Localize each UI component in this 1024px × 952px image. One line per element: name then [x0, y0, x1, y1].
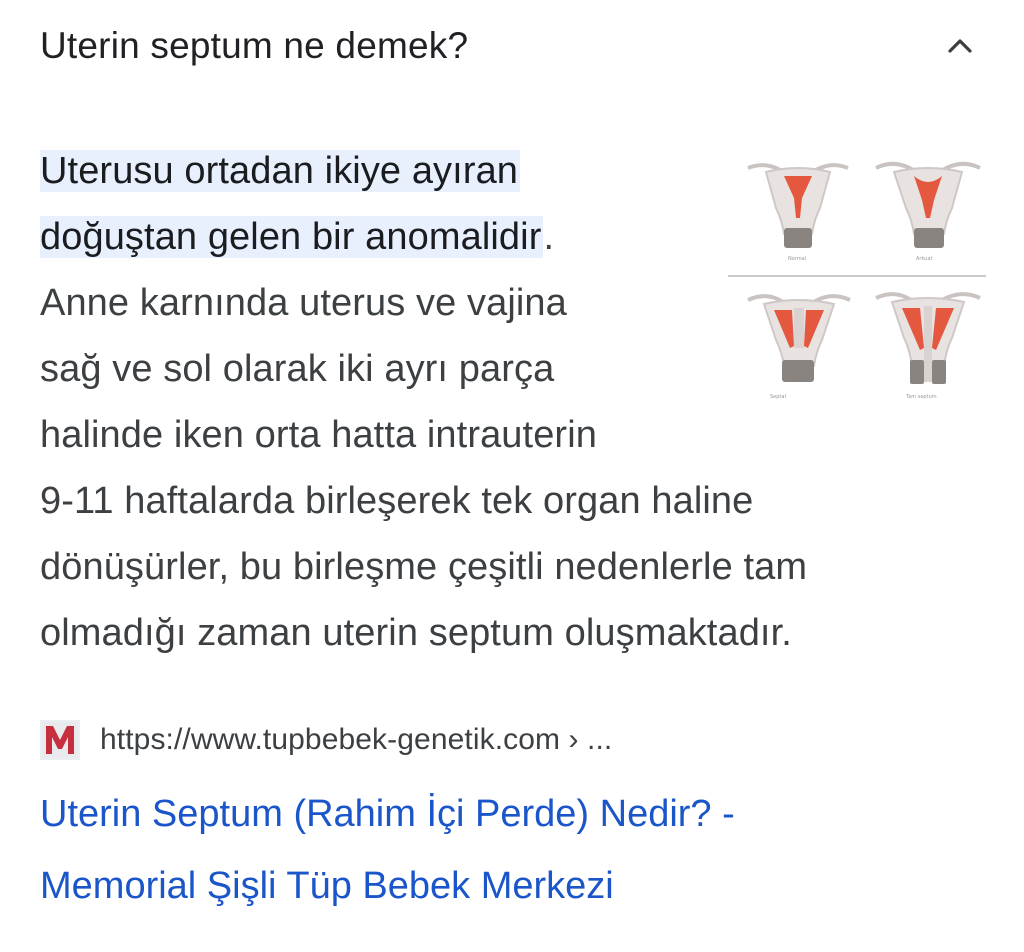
answer-highlight-period: .: [543, 216, 555, 258]
svg-text:Septat: Septat: [770, 394, 786, 400]
result-title-line-1[interactable]: Uterin Septum (Rahim İçi Perde) Nedir? -: [40, 778, 980, 850]
svg-text:Normal: Normal: [788, 256, 806, 262]
uterus-anomaly-thumbnail[interactable]: Normal Arkuat Septat Tam septum: [726, 148, 988, 412]
answer-highlight-text-2: doğuştan gelen bir anomalidir: [40, 216, 544, 258]
answer-highlight-text-1: Uterusu ortadan ikiye ayıran: [40, 150, 521, 192]
chevron-up-icon[interactable]: [940, 26, 980, 66]
site-favicon-icon: [40, 720, 80, 760]
source-url: https://www.tupbebek-genetik.com › ...: [100, 723, 613, 756]
answer-line: 9-11 haftalarda birleşerek tek organ hal…: [40, 480, 754, 522]
source-link[interactable]: https://www.tupbebek-genetik.com › ...: [40, 718, 612, 762]
result-title-link[interactable]: Uterin Septum (Rahim İçi Perde) Nedir? -…: [40, 778, 980, 922]
svg-text:Tam septum: Tam septum: [905, 394, 937, 400]
svg-text:Arkuat: Arkuat: [916, 256, 932, 262]
faq-question-text: Uterin septum ne demek?: [40, 25, 469, 66]
answer-line: olmadığı zaman uterin septum oluşmaktadı…: [40, 612, 792, 654]
result-title-line-2[interactable]: Memorial Şişli Tüp Bebek Merkezi: [40, 850, 980, 922]
faq-question-row[interactable]: Uterin septum ne demek?: [40, 16, 984, 76]
answer-line: dönüşürler, bu birleşme çeşitli nedenler…: [40, 546, 808, 588]
